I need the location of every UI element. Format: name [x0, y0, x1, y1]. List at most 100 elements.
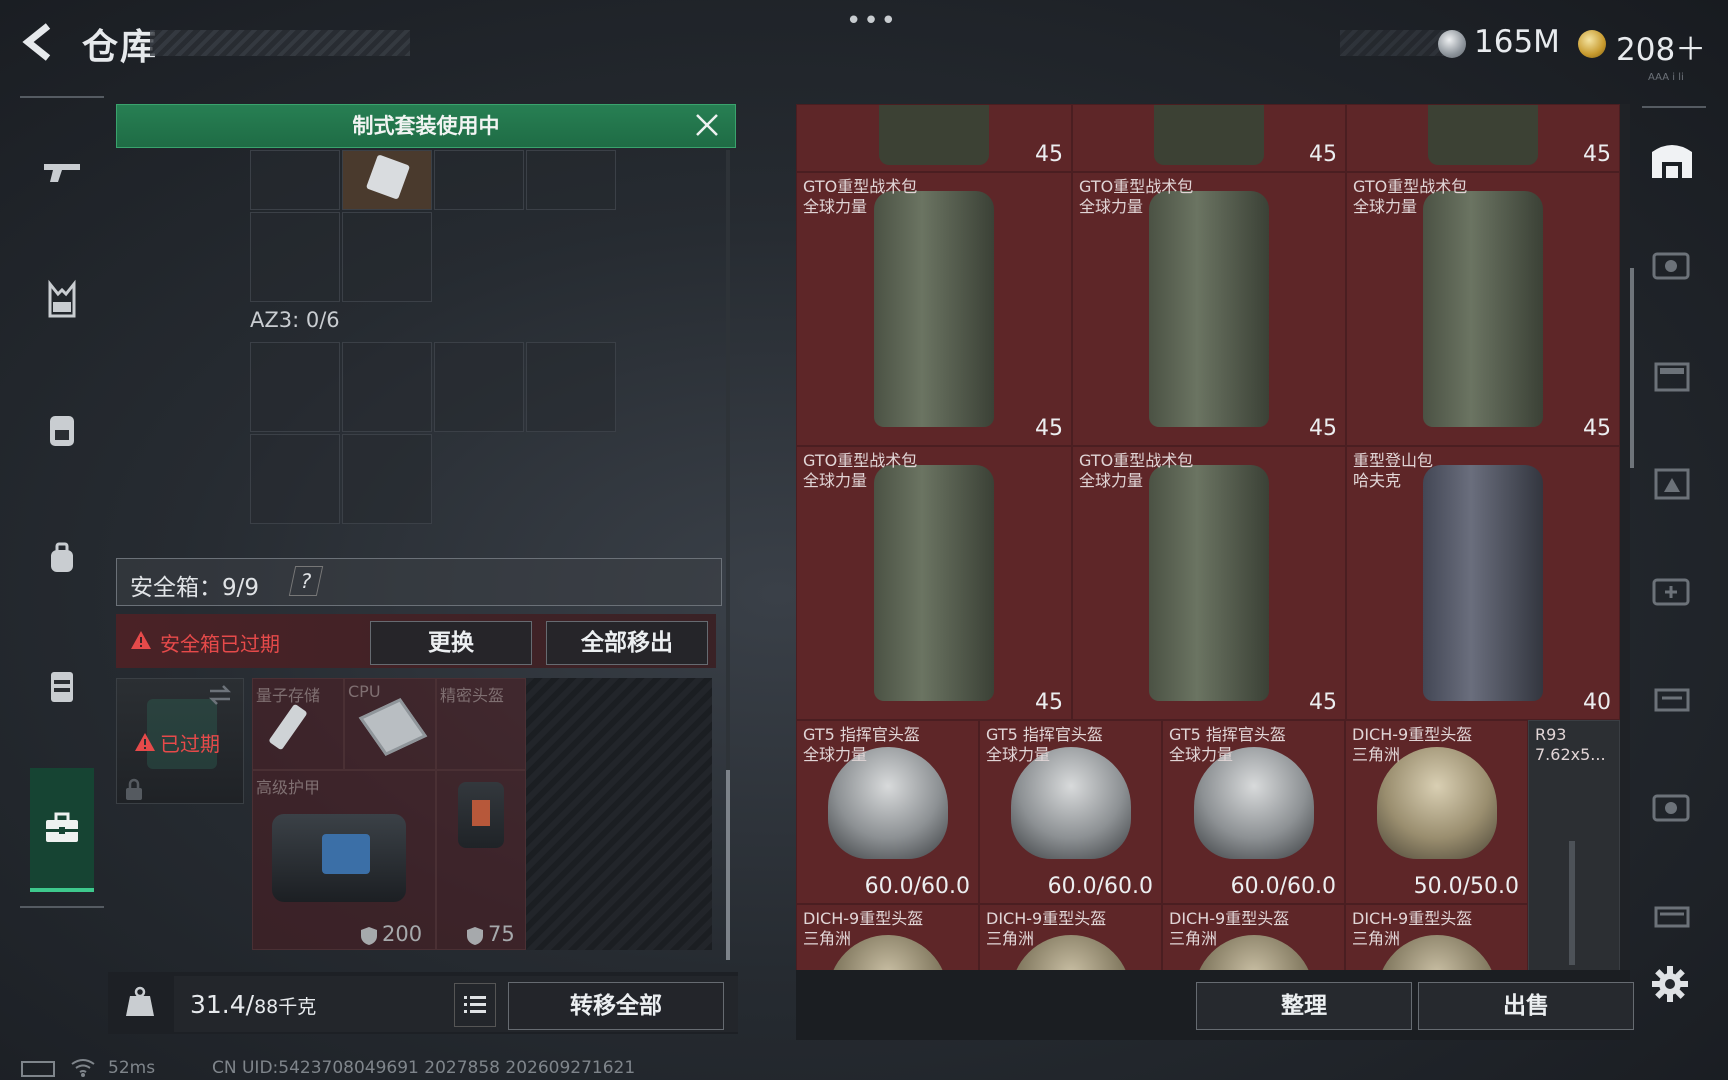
inventory-item-helmet[interactable]: GT5 指挥官头盔 全球力量 60.0/60.0	[796, 720, 979, 904]
inventory-item-backpack[interactable]: 重型登山包 哈夫克 40	[1346, 446, 1620, 720]
armor-plate-icon	[458, 782, 504, 848]
inventory-item-helmet[interactable]: GT5 指挥官头盔 全球力量 60.0/60.0	[1162, 720, 1345, 904]
inventory-item-backpack[interactable]: GTO重型战术包 全球力量 45	[1072, 446, 1346, 720]
replace-button[interactable]: 更换	[370, 621, 532, 665]
inventory-item-helmet[interactable]: DICH-9重型头盔 三角洲	[979, 904, 1162, 974]
vest-icon[interactable]	[40, 278, 84, 322]
durability-value: 60.0/60.0	[1230, 874, 1336, 899]
item-name: R93 7.62x5...	[1535, 725, 1606, 764]
close-icon[interactable]	[694, 112, 720, 138]
weight-current: 31.4/	[190, 990, 255, 1019]
toolbox-icon	[46, 812, 78, 842]
storage-tab-icon[interactable]	[1646, 350, 1698, 402]
az3-label: AZ3: 0/6	[250, 308, 340, 332]
armor-bag-icon	[272, 814, 406, 902]
case-icon[interactable]	[40, 664, 84, 708]
expired-warning-text: 安全箱已过期	[160, 632, 280, 656]
inventory-item-backpack[interactable]: GTO重型战术包 全球力量 45	[1072, 172, 1346, 446]
lock-icon	[126, 778, 142, 800]
armor-durability: 75	[488, 922, 515, 946]
expired-label: 已过期	[160, 732, 220, 756]
weight-icon	[126, 986, 154, 1016]
grid-cell[interactable]	[526, 150, 616, 210]
grid-cell[interactable]	[342, 212, 432, 302]
storage-tab-icon[interactable]	[1646, 890, 1698, 942]
item-name: DICH-9重型头盔 三角洲	[986, 909, 1107, 948]
list-icon[interactable]	[454, 983, 496, 1027]
pouch-icon[interactable]	[40, 536, 84, 580]
inventory-item[interactable]: 45	[1346, 104, 1620, 172]
inventory-item-backpack[interactable]: GTO重型战术包 全球力量 45	[796, 172, 1072, 446]
grid-cell[interactable]	[250, 434, 340, 524]
loadout-banner: 制式套装使用中	[116, 104, 736, 148]
storage-tab-icon[interactable]	[1646, 458, 1698, 510]
safebox-label: 安全箱：9/9	[130, 575, 260, 601]
remove-all-button[interactable]: 全部移出	[546, 621, 708, 665]
capacity-value: 45	[1309, 142, 1337, 167]
capacity-value: 45	[1309, 690, 1337, 715]
inventory-item-backpack[interactable]: GTO重型战术包 全球力量 45	[796, 446, 1072, 720]
inventory-item-helmet[interactable]: DICH-9重型头盔 三角洲	[796, 904, 979, 974]
currency-gold[interactable]: 208＋	[1616, 24, 1706, 69]
storage-tab-icon[interactable]	[1646, 566, 1698, 618]
gear-icon[interactable]	[1650, 964, 1690, 1004]
inventory-item-helmet[interactable]: DICH-9重型头盔 三角洲 50.0/50.0	[1345, 720, 1528, 904]
inventory-item-helmet[interactable]: GT5 指挥官头盔 全球力量 60.0/60.0	[979, 720, 1162, 904]
slot-label: CPU	[348, 682, 381, 701]
uid-text: CN UID:5423708049691 2027858 20260927162…	[212, 1058, 636, 1078]
swap-icon[interactable]	[206, 684, 234, 706]
item-name: DICH-9重型头盔 三角洲	[803, 909, 924, 948]
warning-icon	[135, 733, 155, 751]
grid-cell[interactable]	[434, 342, 524, 432]
wifi-icon	[71, 1059, 95, 1077]
sort-button[interactable]: 整理	[1196, 982, 1412, 1030]
device-icon	[21, 1061, 55, 1077]
storage-tab-icon[interactable]	[1646, 240, 1698, 292]
ping-text: 52ms	[108, 1058, 156, 1078]
weight-value: 31.4/88千克	[190, 990, 316, 1019]
inventory-item-helmet[interactable]: DICH-9重型头盔 三角洲	[1345, 904, 1528, 974]
backpack-icon[interactable]	[40, 408, 84, 452]
weapon-icon[interactable]	[40, 150, 84, 194]
version-label: AAA i li	[1648, 72, 1684, 83]
inventory-scrollbar[interactable]	[1630, 268, 1634, 468]
slot-label: 量子存储	[256, 686, 321, 705]
inventory-item[interactable]: 45	[796, 104, 1072, 172]
grid-cell-item[interactable]	[342, 150, 432, 210]
sell-button[interactable]: 出售	[1418, 982, 1634, 1030]
capacity-value: 45	[1583, 416, 1611, 441]
durability-value: 60.0/60.0	[1047, 874, 1153, 899]
grid-cell[interactable]	[526, 342, 616, 432]
item-name: GT5 指挥官头盔 全球力量	[986, 725, 1103, 764]
warehouse-icon[interactable]	[1646, 134, 1698, 186]
more-menu-button[interactable]: •••	[846, 6, 898, 36]
durability-value: 60.0/60.0	[864, 874, 970, 899]
storage-tab-icon[interactable]	[1646, 674, 1698, 726]
item-name: GT5 指挥官头盔 全球力量	[1169, 725, 1286, 764]
inventory-item-backpack[interactable]: GTO重型战术包 全球力量 45	[1346, 172, 1620, 446]
transfer-all-button[interactable]: 转移全部	[508, 982, 724, 1030]
locked-area	[526, 678, 712, 950]
storage-tab-icon[interactable]	[1646, 782, 1698, 834]
grid-cell[interactable]	[434, 150, 524, 210]
grid-cell[interactable]	[250, 150, 340, 210]
card-item-icon	[365, 154, 411, 200]
weight-max: 88千克	[254, 996, 317, 1018]
capacity-value: 45	[1035, 690, 1063, 715]
back-icon[interactable]	[18, 20, 62, 64]
inventory-item-helmet[interactable]: DICH-9重型头盔 三角洲	[1162, 904, 1345, 974]
capacity-value: 40	[1583, 690, 1611, 715]
gold-coin-icon	[1578, 30, 1606, 58]
grid-cell[interactable]	[342, 434, 432, 524]
grid-cell[interactable]	[250, 342, 340, 432]
scrollbar-thumb[interactable]	[726, 770, 730, 960]
capacity-value: 45	[1583, 142, 1611, 167]
silver-coin-icon	[1438, 30, 1466, 58]
grid-cell[interactable]	[342, 342, 432, 432]
inventory-item[interactable]: 45	[1072, 104, 1346, 172]
inventory-item-ammo[interactable]: R93 7.62x5...	[1528, 720, 1620, 974]
sidebar-item-toolbox-active[interactable]	[30, 768, 94, 892]
grid-cell[interactable]	[250, 212, 340, 302]
title-decoration	[150, 30, 410, 56]
rail-divider	[1642, 106, 1706, 108]
